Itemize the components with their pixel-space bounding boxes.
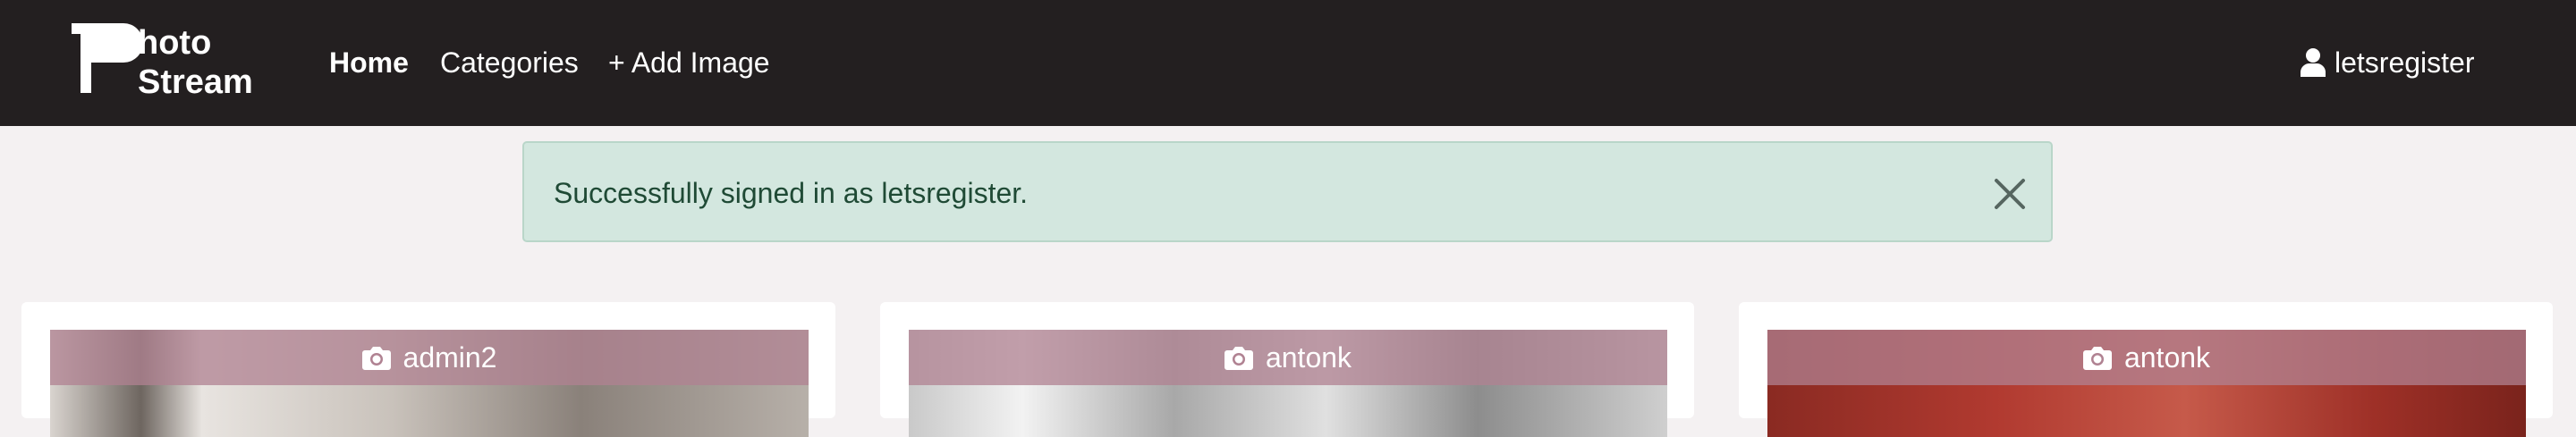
success-alert: Successfully signed in as letsregister. — [522, 141, 2053, 242]
user-icon — [2301, 48, 2326, 77]
nav-categories-link[interactable]: Categories — [440, 43, 579, 82]
author-name: antonk — [2123, 340, 2211, 374]
image-card[interactable]: admin2 — [21, 302, 835, 437]
close-icon[interactable] — [1994, 178, 2026, 210]
card-image[interactable]: antonk — [1767, 330, 2526, 437]
camera-icon — [361, 347, 391, 370]
card-image[interactable]: admin2 — [50, 330, 809, 437]
alert-message: Successfully signed in as letsregister. — [554, 177, 1029, 209]
nav-add-image-link[interactable]: + Add Image — [608, 43, 770, 82]
nav-home-link[interactable]: Home — [329, 43, 409, 82]
card-author: antonk — [909, 330, 1667, 385]
card-image[interactable]: antonk — [909, 330, 1667, 437]
camera-icon — [1224, 347, 1253, 370]
card-author: admin2 — [50, 330, 809, 385]
author-name: admin2 — [402, 340, 497, 374]
camera-icon — [2082, 347, 2112, 370]
username-label: letsregister — [2334, 46, 2475, 79]
svg-text:Stream: Stream — [138, 63, 253, 98]
user-menu[interactable]: letsregister — [2301, 43, 2475, 82]
navbar: hoto Stream Home Categories + Add Image … — [0, 0, 2576, 126]
image-card[interactable]: antonk — [1739, 302, 2553, 437]
svg-text:hoto: hoto — [138, 24, 211, 62]
image-card[interactable]: antonk — [880, 302, 1694, 437]
photostream-logo[interactable]: hoto Stream — [72, 23, 291, 98]
card-author: antonk — [1767, 330, 2526, 385]
author-name: antonk — [1265, 340, 1352, 374]
